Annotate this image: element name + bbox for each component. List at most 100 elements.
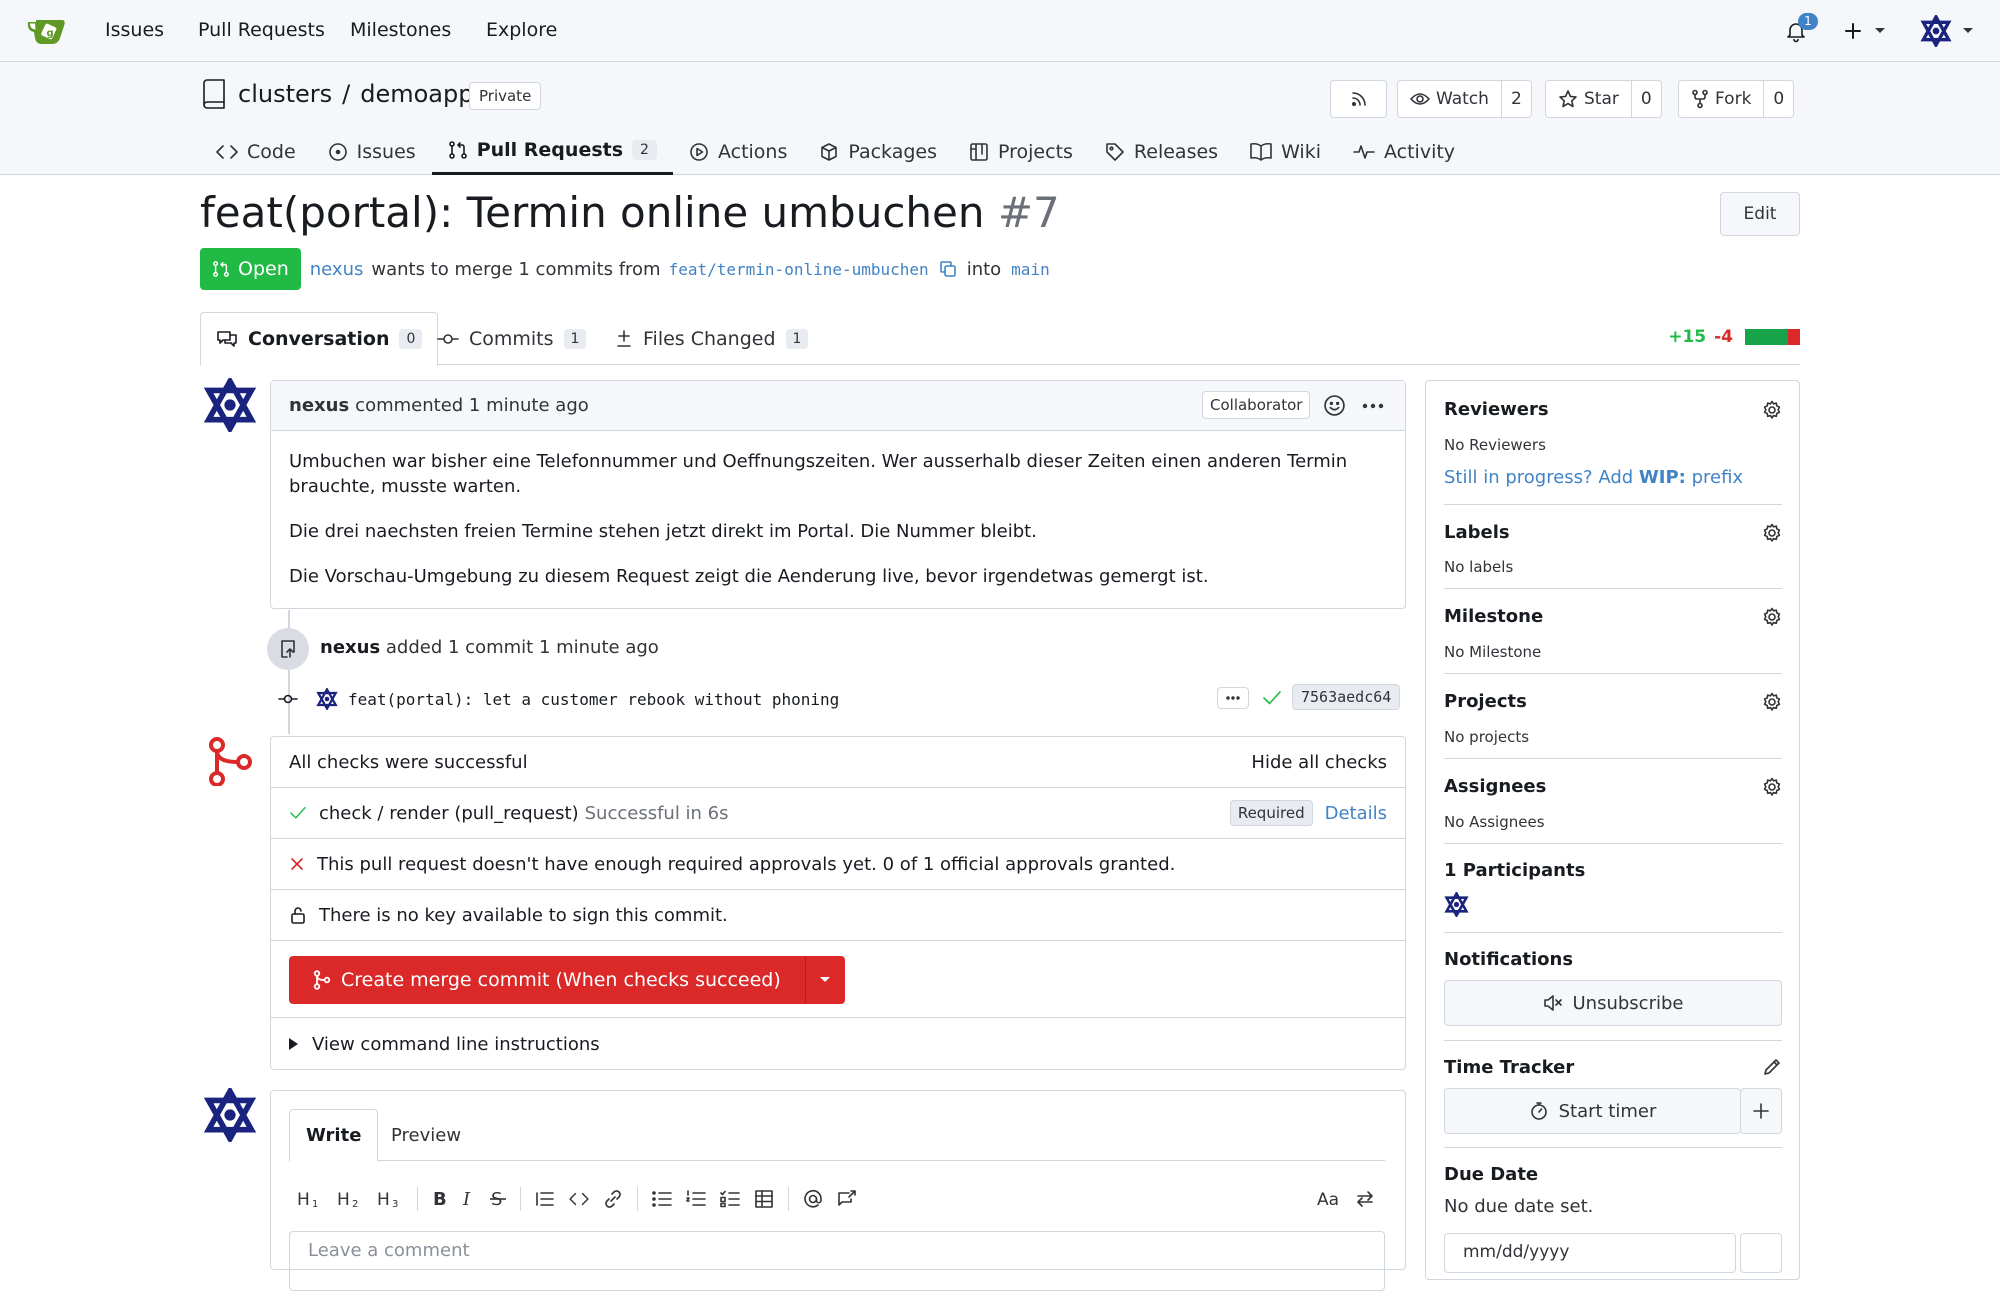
repo-owner-link[interactable]: clusters [238,80,332,108]
tab-preview[interactable]: Preview [375,1109,477,1162]
cli-instructions-toggle[interactable]: View command line instructions [271,1018,1405,1070]
gear-icon[interactable] [1762,607,1782,627]
tab-issues[interactable]: Issues [312,128,432,175]
watch-count[interactable]: 2 [1500,81,1531,117]
tab-actions[interactable]: Actions [673,128,803,175]
repo-title: clusters / demoapp [200,79,473,109]
caret-down-icon [820,977,831,983]
fork-count[interactable]: 0 [1763,81,1793,117]
swap-arrows-icon[interactable] [1355,1184,1375,1214]
pencil-icon[interactable] [1762,1057,1782,1077]
tab-projects-label: Projects [998,140,1073,163]
pr-number: #7 [997,188,1060,237]
table-icon[interactable] [754,1184,774,1214]
nav-issues[interactable]: Issues [105,19,164,41]
tab-conversation[interactable]: Conversation 0 [200,312,439,366]
check-details-link[interactable]: Details [1325,803,1387,824]
watch-button[interactable]: Watch 2 [1397,80,1532,118]
participant-avatar[interactable] [1444,892,1469,917]
mention-icon[interactable] [803,1184,823,1214]
assignees-value: No Assignees [1444,813,1545,831]
heading-2-icon[interactable]: H2 [337,1184,363,1214]
hide-all-checks-link[interactable]: Hide all checks [1251,752,1387,773]
due-date-input[interactable]: mm/dd/yyyy [1444,1233,1736,1273]
comment-textarea[interactable]: Leave a comment [289,1231,1385,1291]
tab-packages[interactable]: Packages [803,128,953,175]
fork-button[interactable]: Fork 0 [1678,80,1795,118]
nav-explore[interactable]: Explore [486,19,557,41]
cross-reference-icon[interactable] [837,1184,857,1214]
star-icon [1558,89,1578,109]
tab-releases[interactable]: Releases [1089,128,1234,175]
create-merge-commit-button[interactable]: Create merge commit (When checks succeed… [289,956,805,1004]
gear-icon[interactable] [1762,523,1782,543]
tab-write[interactable]: Write [289,1109,379,1162]
pr-author-link[interactable]: nexus [310,259,364,280]
commit-expand-button[interactable] [1217,687,1249,709]
italic-icon[interactable]: I [462,1184,476,1214]
tab-activity[interactable]: Activity [1337,128,1471,175]
numbered-list-icon[interactable] [686,1184,706,1214]
strikethrough-icon[interactable]: S [490,1184,506,1214]
close-x-icon [289,856,305,872]
monospace-toggle-icon[interactable]: Aa [1317,1184,1341,1214]
milestone-value: No Milestone [1444,643,1542,661]
star-count[interactable]: 0 [1630,81,1661,117]
quote-icon[interactable] [535,1184,555,1214]
bullet-list-icon[interactable] [652,1184,672,1214]
gear-icon[interactable] [1762,777,1782,797]
check-success-icon[interactable] [1262,689,1282,707]
task-list-icon[interactable] [720,1184,740,1214]
wip-prefix-link[interactable]: Still in progress? Add WIP: prefix [1444,467,1743,488]
tab-projects[interactable]: Projects [953,128,1089,175]
unsubscribe-button[interactable]: Unsubscribe [1444,980,1782,1026]
copy-branch-icon[interactable] [939,260,957,278]
heading-1-icon[interactable]: H1 [297,1184,323,1214]
nav-pull-requests[interactable]: Pull Requests [198,19,325,41]
tab-wiki[interactable]: Wiki [1234,128,1337,175]
add-time-button[interactable] [1740,1088,1782,1134]
code-icon [216,143,238,161]
commit-message-link[interactable]: feat(portal): let a customer rebook with… [348,690,839,709]
code-icon[interactable] [569,1184,589,1214]
gear-icon[interactable] [1762,692,1782,712]
current-user-avatar[interactable] [203,1088,257,1142]
rss-feed-button[interactable] [1330,80,1387,118]
due-date-section: Due Date No due date set. mm/dd/yyyy [1444,1148,1782,1288]
create-menu-button[interactable] [1842,0,1886,62]
commit-author-avatar[interactable] [316,688,338,710]
additions-count: +15 [1668,327,1707,347]
link-icon[interactable] [603,1184,623,1214]
heading-3-icon[interactable]: H3 [377,1184,403,1214]
nav-milestones[interactable]: Milestones [350,19,451,41]
more-options-icon[interactable] [1361,395,1385,417]
notifications-button[interactable] [1784,0,1808,62]
edit-title-button[interactable]: Edit [1720,192,1800,236]
tab-code[interactable]: Code [200,128,312,175]
commit-sha-link[interactable]: 7563aedc64 [1292,684,1401,710]
comment-author-avatar[interactable] [203,378,257,432]
caret-down-icon [1874,27,1886,35]
head-branch-link[interactable]: feat/termin-online-umbuchen [669,260,929,279]
base-branch-link[interactable]: main [1011,260,1050,279]
tab-packages-label: Packages [848,140,938,163]
repo-name-link[interactable]: demoapp [360,80,473,108]
tab-commits[interactable]: Commits 1 [422,312,601,366]
tab-pull-requests[interactable]: Pull Requests 2 [431,128,673,175]
start-timer-button[interactable]: Start timer [1444,1088,1741,1134]
bold-icon[interactable]: B [432,1184,448,1214]
package-icon [819,142,839,162]
check-row: check / render (pull_request) Successful… [271,788,1405,839]
gitea-logo-icon[interactable]: g [26,14,68,48]
reviewers-section: Reviewers No Reviewers Still in progress… [1444,381,1782,505]
tab-files-changed[interactable]: Files Changed 1 [600,312,823,366]
merge-style-dropdown[interactable] [804,956,845,1004]
star-button[interactable]: Star 0 [1545,80,1662,118]
required-badge: Required [1229,800,1313,826]
comment-author[interactable]: nexus [289,395,349,416]
commit-event-author[interactable]: nexus [320,637,380,658]
add-due-date-button[interactable] [1740,1233,1782,1273]
smiley-reaction-icon[interactable] [1323,394,1346,417]
gear-icon[interactable] [1762,400,1782,420]
user-menu-button[interactable] [1920,0,1974,62]
